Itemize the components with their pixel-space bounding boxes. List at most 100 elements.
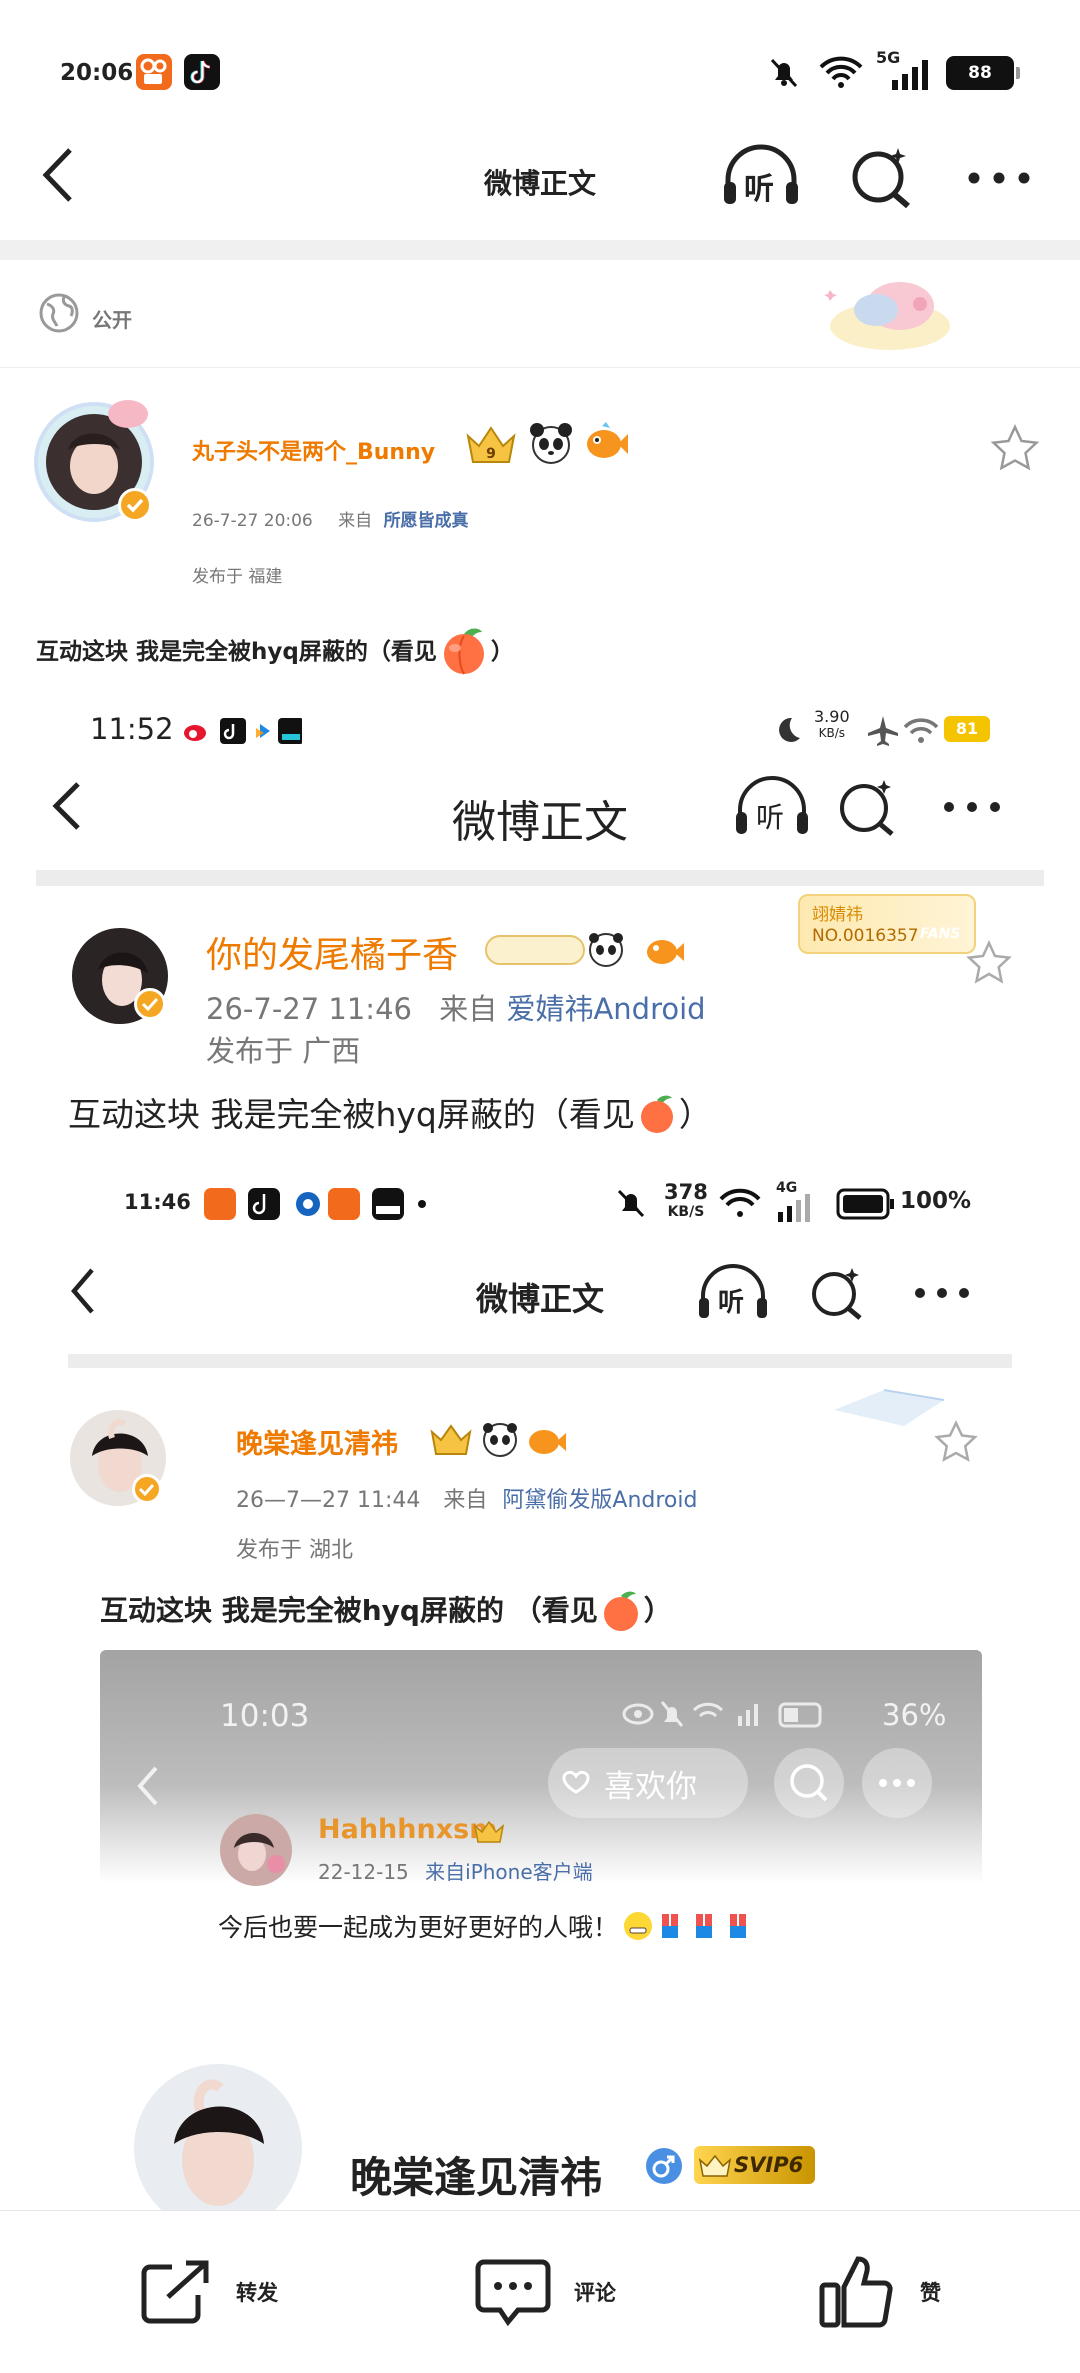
embed2-verified-icon [132,1474,162,1504]
fish-icon [587,422,628,458]
embed2-search-icon [812,1268,862,1320]
status-time: 20:06 [60,60,134,86]
author-avatar[interactable] [32,396,162,526]
embed1-badges [485,933,623,967]
embed1-avatar [70,926,180,1036]
embed2-badges [430,1423,566,1457]
post-text-end: ） [490,639,514,665]
embed2-author-name: 晚棠逢见清祎 [236,1429,398,1460]
embed3-like-pill: 喜欢你 [548,1748,748,1818]
like-button[interactable]: 赞 [818,2211,941,2373]
verified-badge-icon [118,488,152,522]
embed3-text-body: 今后也要一起成为更好更好的人哦！ [218,1913,619,1942]
like-label: 赞 [920,2281,941,2305]
embed1-fans-no: NO.0016357 [812,926,919,946]
embed3-battery: 36% [882,1698,947,1732]
mute-bell-icon [770,58,798,88]
embed2-speed-unit: KB/S [667,1204,705,1220]
embed3-profile-name: 晚棠逢见清祎 [350,2153,603,2202]
embed1-airplane-icon [868,716,898,746]
embed1-text-body: 互动这块 我是完全被hyq屏蔽的（看见 [68,1095,635,1134]
embed3-avatar [220,1814,292,1886]
embed3-gender-icon [646,2148,682,2184]
embed1-fans-name: 翊婧祎 [812,905,863,925]
embed1-meta: 26-7-27 11:46 来自 爱婧祎Android [206,986,706,1028]
embed3-author-name: Hahhhnxsm [318,1814,498,1845]
embed3-back-icon [137,1766,158,1806]
battery-indicator: 88 [946,56,1020,90]
embed3-status-time: 10:03 [220,1698,310,1734]
embed1-wifi-icon [903,718,939,743]
embed2-text-end: ） [643,1594,672,1627]
embed2-post-text: 互动这块 我是完全被hyq屏蔽的 （看见 ） [100,1586,672,1632]
pig-cloud-decoration [824,282,950,350]
embed2-source-prefix: 来自 [443,1488,488,1513]
listen-button[interactable]: 听 [720,144,802,210]
embed1-network-speed: 3.90 KB/s [814,708,850,742]
embed2-app-icons [204,1188,426,1220]
embed2-wifi-icon [719,1188,761,1217]
embed2-battery-icon [836,1188,894,1220]
embed1-listen-label: 听 [756,801,785,834]
kuaishou-app-icon [136,54,172,90]
embed2-peach-icon [603,1591,638,1631]
embed1-star-icon [966,940,1012,984]
visibility-row: 公开 [0,260,1080,368]
embed1-timestamp: 26-7-27 11:46 [206,992,412,1026]
post-source[interactable]: 所愿皆成真 [384,511,469,531]
embed2-source: 阿黛偷发版Android [502,1488,698,1513]
listen-label: 听 [744,172,774,207]
embed2-location: 发布于 湖北 [236,1538,353,1563]
post-location: 发布于 福建 [192,567,283,587]
embed3-source: 来自iPhone客户端 [425,1860,593,1884]
embed2-meta: 26—7—27 11:44 来自 阿黛偷发版Android [236,1482,697,1514]
more-icon[interactable] [966,170,1032,186]
embed1-search-icon [840,780,894,836]
embed3-search-icon [790,1764,828,1802]
embed3-post-text: 今后也要一起成为更好更好的人哦！ [218,1906,748,1946]
embed1-fans-tag: FANS [920,926,961,942]
comment-icon [475,2259,551,2327]
embed3-like-label: 喜欢你 [604,1768,697,1805]
embed1-moon-icon [779,717,800,742]
favorite-star-icon[interactable] [990,424,1040,472]
embed2-mute-icon [617,1189,645,1218]
embed3-profile-avatar [134,2064,302,2210]
embed1-listen-button: 听 [732,776,812,840]
author-name[interactable]: 丸子头不是两个_Bunny [192,434,435,466]
nav-bar: 微博正文 听 [0,120,1080,230]
embedded-screenshot-3: 10:03 36% 喜欢你 Hahhhnxsm 22-12-15 来自iPhon… [100,1650,982,2210]
section-divider [0,240,1080,260]
status-bar: 20:06 5G 88 [0,0,1080,140]
embed1-text-end: ） [678,1095,712,1134]
embed1-divider [36,870,1044,886]
embed3-header-bg [100,1650,982,1950]
embed1-peach-icon [640,1095,673,1133]
embed3-heart-hand-icon [562,1770,590,1794]
embed3-status-icons [622,1701,822,1728]
embed1-post-text: 互动这块 我是完全被hyq屏蔽的（看见 ） [68,1088,712,1136]
embed1-fans-badge: 翊婧祎 NO.0016357 FANS [798,894,976,954]
page-title: 微博正文 [483,167,596,200]
svg-text:9: 9 [486,446,496,462]
signal-icon [892,60,928,90]
repost-label: 转发 [236,2281,278,2305]
embed2-signal-icon [778,1194,810,1222]
embed1-verified-icon [134,988,166,1020]
source-prefix: 来自 [338,511,373,531]
globe-icon [39,293,79,333]
embed3-search-btn [774,1748,844,1818]
repost-button[interactable]: 转发 [138,2211,278,2373]
embed1-avatar-image [72,928,168,1024]
embed3-meta: 22-12-15 来自iPhone客户端 [318,1856,593,1885]
embed1-source-prefix: 来自 [439,992,498,1026]
post-timestamp: 26-7-27 20:06 [192,511,313,531]
embed1-fish-icon [647,940,684,964]
embed2-status-time: 11:46 [124,1190,191,1214]
search-icon[interactable] [848,144,914,210]
embed3-crown-icon [473,1820,505,1843]
comment-button[interactable]: 评论 [474,2211,616,2373]
embed2-nav-title: 微博正文 [475,1280,604,1318]
embed2-timestamp: 26—7—27 11:44 [236,1488,421,1513]
peach-icon [443,628,484,675]
